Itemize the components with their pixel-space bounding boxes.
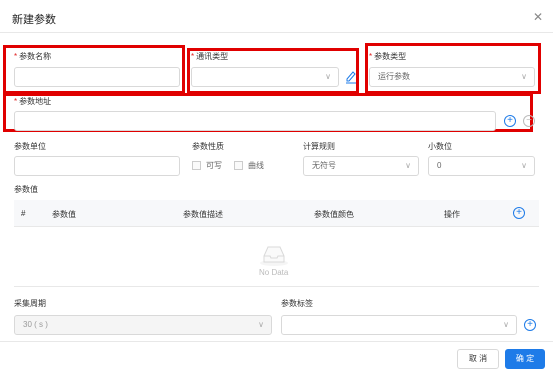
close-icon[interactable]: ✕ <box>531 10 545 24</box>
param-address-input[interactable] <box>14 111 496 131</box>
param-address-label: * 参数地址 <box>14 97 52 106</box>
edit-icon[interactable] <box>345 68 357 84</box>
chevron-down-icon: ∨ <box>258 320 264 329</box>
chevron-down-icon: ∨ <box>325 72 331 81</box>
column-param-value: 参数值 <box>52 210 76 219</box>
column-param-value-color: 参数值颜色 <box>314 210 354 219</box>
param-tag-select[interactable]: ∨ <box>281 315 517 335</box>
writable-checkbox-label: 可写 <box>206 161 222 170</box>
param-tag-label: 参数标签 <box>281 299 313 308</box>
calc-rule-select[interactable]: 无符号 ∨ <box>303 156 419 176</box>
writable-checkbox[interactable] <box>192 161 201 170</box>
column-actions: 操作 <box>444 210 460 219</box>
comm-type-label: * 通讯类型 <box>191 52 229 61</box>
column-index: # <box>21 209 26 218</box>
empty-inbox-icon <box>258 244 290 266</box>
column-param-value-desc: 参数值描述 <box>183 210 223 219</box>
param-unit-label: 参数单位 <box>14 142 46 151</box>
collect-period-label: 采集周期 <box>14 299 46 308</box>
curve-checkbox-label: 曲线 <box>248 161 264 170</box>
decimals-label: 小数位 <box>428 142 452 151</box>
add-tag-icon[interactable]: + <box>524 319 536 331</box>
param-name-input[interactable] <box>14 67 180 87</box>
footer-divider <box>0 341 553 342</box>
add-address-icon[interactable]: + <box>504 115 516 127</box>
header-divider <box>0 32 553 33</box>
chevron-down-icon: ∨ <box>503 320 509 329</box>
calc-rule-label: 计算规则 <box>303 142 335 151</box>
confirm-button[interactable]: 确 定 <box>505 349 545 369</box>
dialog-title: 新建参数 <box>12 14 56 26</box>
remove-address-icon[interactable]: − <box>523 115 535 127</box>
empty-text: No Data <box>259 268 289 277</box>
decimals-select[interactable]: 0 ∨ <box>428 156 535 176</box>
chevron-down-icon: ∨ <box>521 72 527 81</box>
chevron-down-icon: ∨ <box>405 161 411 170</box>
cancel-button[interactable]: 取 消 <box>457 349 499 369</box>
param-nature-label: 参数性质 <box>192 142 224 151</box>
param-name-label: * 参数名称 <box>14 52 52 61</box>
table-bottom-divider <box>14 286 539 287</box>
param-value-table-header <box>14 200 539 226</box>
comm-type-select[interactable]: ∨ <box>191 67 339 87</box>
param-type-select[interactable]: 运行参数 ∨ <box>369 67 535 87</box>
collect-period-select[interactable]: 30 ( s ) ∨ <box>14 315 272 335</box>
param-value-label: 参数值 <box>14 185 38 194</box>
table-header-divider <box>14 226 539 227</box>
curve-checkbox[interactable] <box>234 161 243 170</box>
chevron-down-icon: ∨ <box>521 161 527 170</box>
param-unit-input[interactable] <box>14 156 180 176</box>
add-row-icon[interactable]: + <box>513 207 525 219</box>
param-type-label: * 参数类型 <box>369 52 407 61</box>
